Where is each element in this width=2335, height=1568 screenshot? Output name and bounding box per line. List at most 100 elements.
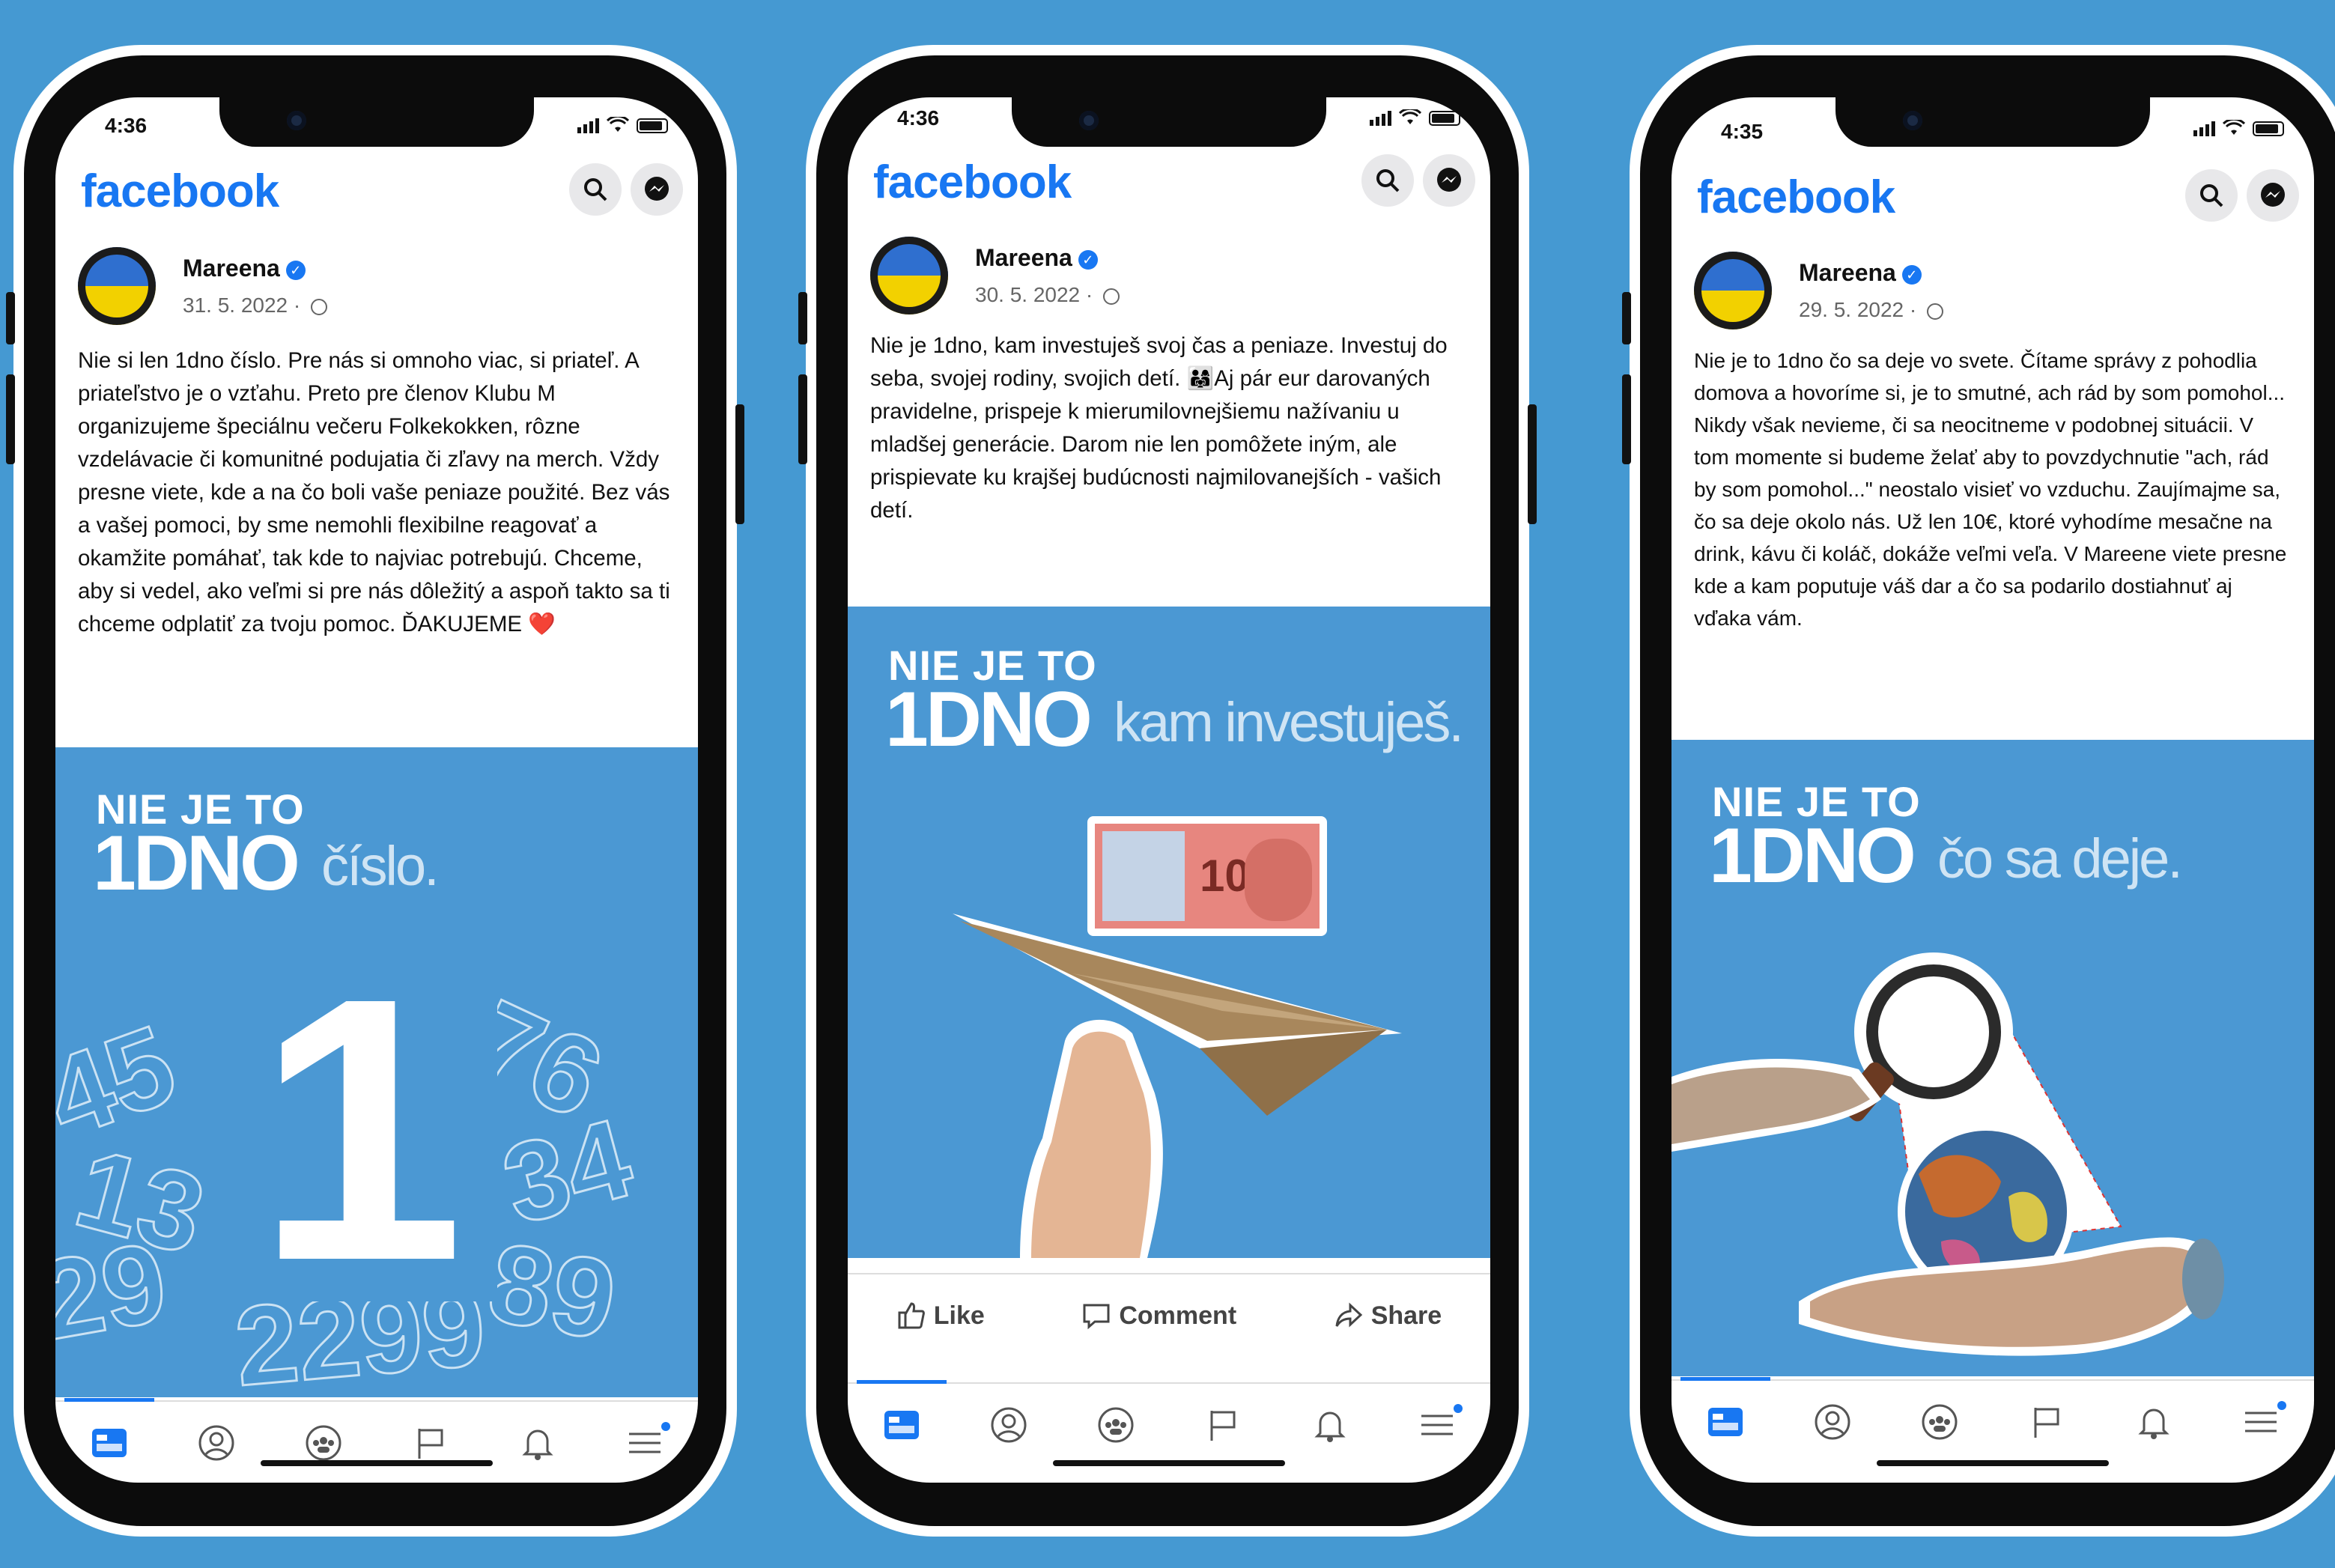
image-tagline: číslo. bbox=[321, 835, 440, 897]
flag-icon bbox=[2034, 1408, 2059, 1438]
signal-icon bbox=[577, 118, 599, 133]
messenger-icon bbox=[645, 177, 669, 201]
globe-icon bbox=[1927, 303, 1944, 320]
search-button[interactable] bbox=[1361, 154, 1414, 207]
post-text: Nie si len 1dno číslo. Pre nás si omnoho… bbox=[78, 348, 670, 636]
tab-groups[interactable] bbox=[301, 1420, 346, 1465]
tab-pages[interactable] bbox=[1200, 1403, 1245, 1447]
home-indicator[interactable] bbox=[1053, 1460, 1285, 1466]
app-header: facebook bbox=[55, 156, 698, 231]
comment-label: Comment bbox=[1119, 1301, 1237, 1330]
messenger-icon bbox=[2261, 183, 2285, 207]
tab-home[interactable] bbox=[856, 1380, 947, 1447]
post-date[interactable]: 29. 5. 2022 · bbox=[1799, 298, 1922, 321]
notification-dot bbox=[661, 1422, 670, 1431]
app-header: facebook bbox=[1671, 162, 2314, 237]
tab-profile[interactable] bbox=[986, 1403, 1031, 1447]
tab-groups[interactable] bbox=[1093, 1403, 1138, 1447]
tab-home[interactable] bbox=[64, 1398, 154, 1465]
tab-notifications[interactable] bbox=[1308, 1403, 1352, 1447]
tab-bar bbox=[1671, 1377, 2314, 1463]
home-feed-icon bbox=[1707, 1408, 1743, 1436]
image-tagline: čo sa deje. bbox=[1937, 827, 2183, 890]
author-name[interactable]: Mareena bbox=[1799, 259, 1896, 286]
notification-dot bbox=[1453, 1404, 1463, 1413]
avatar[interactable] bbox=[78, 247, 156, 325]
phone-screen: 4:35 facebook Mareena ✓ 29. 5. 2022 · Nie… bbox=[1671, 97, 2314, 1483]
search-button[interactable] bbox=[569, 163, 622, 216]
wifi-icon bbox=[607, 117, 629, 132]
tab-menu[interactable] bbox=[622, 1420, 670, 1465]
image-brand: 1DNO bbox=[93, 820, 300, 907]
paper-plane-illustration: 10 bbox=[953, 816, 1402, 1258]
menu-icon bbox=[1421, 1414, 1453, 1435]
globe-icon bbox=[1103, 288, 1120, 305]
like-label: Like bbox=[933, 1301, 985, 1330]
notch bbox=[1835, 97, 2150, 147]
facebook-logo[interactable]: facebook bbox=[873, 156, 1072, 209]
home-feed-icon bbox=[91, 1429, 127, 1457]
search-button[interactable] bbox=[2185, 169, 2238, 222]
avatar[interactable] bbox=[1694, 252, 1772, 329]
bell-icon bbox=[521, 1429, 553, 1460]
bell-icon bbox=[2137, 1409, 2169, 1439]
signal-icon bbox=[1370, 111, 1391, 126]
post-header: Mareena ✓ 31. 5. 2022 · bbox=[78, 247, 675, 329]
messenger-button[interactable] bbox=[2247, 169, 2299, 222]
facebook-logo[interactable]: facebook bbox=[81, 165, 279, 218]
post-image[interactable]: 45 13 29 76 34 89 2299 NIE JE TO 1DNO čí… bbox=[55, 747, 698, 1397]
post-image[interactable]: NIE JE TO 1DNO čo sa deje. bbox=[1671, 740, 2314, 1376]
verified-icon: ✓ bbox=[1078, 249, 1098, 270]
search-icon bbox=[584, 178, 607, 201]
banknote-value: 10 bbox=[1200, 851, 1250, 901]
author-name[interactable]: Mareena bbox=[183, 255, 280, 282]
comment-icon bbox=[1083, 1304, 1110, 1330]
tab-home[interactable] bbox=[1680, 1377, 1770, 1444]
verified-icon: ✓ bbox=[285, 260, 306, 280]
tab-profile[interactable] bbox=[194, 1420, 239, 1465]
post-date[interactable]: 30. 5. 2022 · bbox=[975, 283, 1099, 306]
post-image[interactable]: NIE JE TO 1DNO kam investuješ. 10 bbox=[848, 607, 1490, 1258]
messenger-button[interactable] bbox=[1423, 154, 1475, 207]
profile-icon bbox=[198, 1425, 234, 1461]
phone-screen: 4:36 facebook Mareena ✓ 31. 5. 2022 · Nie… bbox=[55, 97, 698, 1483]
home-feed-icon bbox=[884, 1411, 919, 1439]
messenger-icon bbox=[1437, 168, 1461, 192]
tab-groups[interactable] bbox=[1917, 1400, 1962, 1444]
home-indicator[interactable] bbox=[261, 1460, 493, 1466]
tab-menu[interactable] bbox=[2238, 1400, 2286, 1444]
bell-icon bbox=[1314, 1411, 1346, 1442]
notification-dot bbox=[2277, 1401, 2286, 1410]
search-icon bbox=[2200, 184, 2223, 207]
messenger-button[interactable] bbox=[631, 163, 683, 216]
share-icon bbox=[1335, 1302, 1362, 1328]
wifi-icon bbox=[1399, 109, 1421, 124]
tab-pages[interactable] bbox=[2024, 1400, 2069, 1444]
profile-icon bbox=[1815, 1404, 1850, 1440]
avatar[interactable] bbox=[870, 237, 948, 314]
tab-notifications[interactable] bbox=[2131, 1400, 2176, 1444]
share-button[interactable]: Share bbox=[1334, 1301, 1442, 1331]
tab-bar bbox=[848, 1380, 1490, 1466]
tab-profile[interactable] bbox=[1810, 1400, 1855, 1444]
phone-mockup-3: 4:35 facebook Mareena ✓ 29. 5. 2022 · Nie… bbox=[1622, 45, 2335, 1537]
flag-icon bbox=[418, 1429, 443, 1459]
post-date[interactable]: 31. 5. 2022 · bbox=[183, 294, 306, 317]
image-big-number: 1 bbox=[256, 920, 465, 1338]
home-indicator[interactable] bbox=[1877, 1460, 2109, 1466]
signal-icon bbox=[2193, 121, 2215, 136]
menu-icon bbox=[2244, 1411, 2277, 1432]
share-label: Share bbox=[1370, 1301, 1442, 1330]
post-text: Nie je to 1dno čo sa deje vo svete. Číta… bbox=[1694, 349, 2287, 630]
tab-notifications[interactable] bbox=[515, 1420, 560, 1465]
post-header: Mareena ✓ 30. 5. 2022 · bbox=[870, 237, 1468, 319]
author-name[interactable]: Mareena bbox=[975, 244, 1072, 271]
comment-button[interactable]: Comment bbox=[1081, 1301, 1236, 1331]
like-button[interactable]: Like bbox=[896, 1301, 985, 1331]
facebook-logo[interactable]: facebook bbox=[1697, 171, 1895, 224]
tab-pages[interactable] bbox=[408, 1420, 453, 1465]
phone-mockup-2: 4:36 facebook Mareena ✓ 30. 5. 2022 · Nie… bbox=[798, 45, 1537, 1537]
wifi-icon bbox=[2223, 120, 2245, 135]
status-time: 4:35 bbox=[1721, 120, 1764, 143]
tab-menu[interactable] bbox=[1415, 1403, 1463, 1447]
